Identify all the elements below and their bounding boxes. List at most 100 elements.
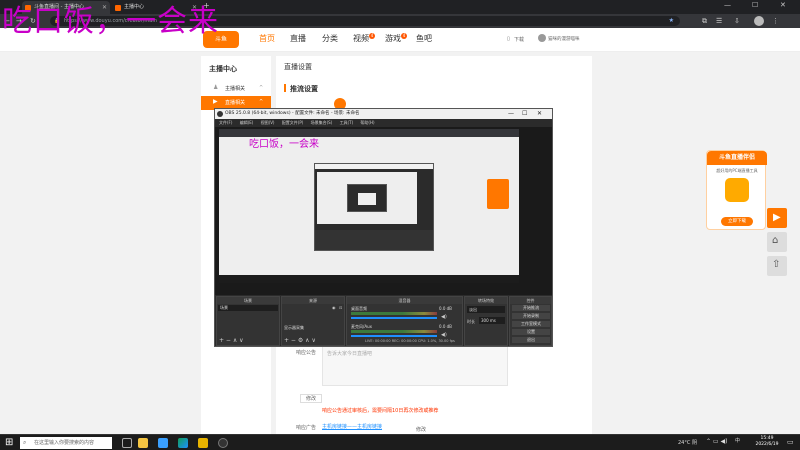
taskbar-clock[interactable]: 15:49 2022/6/19 — [752, 436, 782, 448]
home-float-icon[interactable]: ⌂ — [767, 232, 787, 252]
play-float-icon[interactable]: ▶ — [767, 208, 787, 228]
controls-dock: 控件 开始推流 开始录制 工作室模式 设置 退出 — [509, 296, 552, 346]
obs-preview[interactable]: 吃口饭，一会来 — [215, 127, 552, 295]
menu-help[interactable]: 帮助(H) — [360, 120, 374, 125]
obs-window: OBS 25.0.8 (64-bit, windows) - 配置文件: 未命名… — [214, 108, 553, 347]
user-name[interactable]: 猫咪的漫游喵咪 — [548, 36, 580, 42]
promo-card: 斗鱼直播伴侣 超好用的PC端直播工具 立即下载 — [706, 150, 767, 230]
input-method-icon[interactable]: 中 — [735, 437, 740, 444]
scene-controls[interactable]: + − ∧ ∨ — [219, 337, 244, 344]
sidebar-title: 主播中心 — [209, 65, 237, 73]
close-window-icon[interactable]: ✕ — [780, 1, 786, 9]
obs-titlebar: OBS 25.0.8 (64-bit, windows) - 配置文件: 未命名… — [215, 109, 552, 119]
video-badge: 4 — [369, 33, 375, 39]
close-icon[interactable]: ✕ — [537, 109, 542, 119]
room-link[interactable]: 主机房链接——主机房链接 — [322, 423, 382, 430]
minimize-icon[interactable]: — — [508, 109, 514, 119]
menu-profile[interactable]: 配置文件(P) — [282, 120, 304, 125]
clock-date: 2022/6/19 — [755, 442, 779, 447]
volume-slider[interactable] — [351, 317, 437, 319]
source-controls[interactable]: + − ⚙ ∧ ∨ — [284, 337, 316, 344]
nested-promo — [487, 179, 509, 209]
exit-button[interactable]: 退出 — [512, 337, 550, 343]
scenes-dock: 场景 场景 + − ∧ ∨ — [216, 296, 280, 346]
obs-logo-icon — [217, 111, 223, 117]
nested-taskbar — [219, 275, 519, 283]
maximize-icon[interactable]: ☐ — [752, 1, 758, 9]
file-explorer-icon[interactable] — [138, 438, 148, 448]
star-icon[interactable]: ★ — [669, 16, 674, 26]
mail-icon[interactable] — [158, 438, 168, 448]
phone-download-icon[interactable]: ▯ — [507, 36, 510, 42]
speaker-icon[interactable]: ◀) — [441, 332, 447, 338]
form-label-ad: 响应广告 — [296, 425, 317, 431]
nav-video[interactable]: 视频 4 — [353, 33, 375, 44]
nav-fishbar[interactable]: 鱼吧 — [416, 33, 432, 44]
menu-file[interactable]: 文件(F) — [219, 120, 232, 125]
studio-mode-button[interactable]: 工作室模式 — [512, 321, 550, 327]
task-view-icon[interactable] — [122, 438, 132, 448]
notification-icon[interactable]: ▭ — [787, 438, 794, 446]
maximize-icon[interactable]: ☐ — [522, 109, 527, 119]
preview-capture-level1: 吃口饭，一会来 — [219, 129, 519, 283]
downloads-icon[interactable]: ⇩ — [734, 16, 740, 26]
menu-view[interactable]: 视图(V) — [261, 120, 275, 125]
taskbar-search-input[interactable]: ⌕ 在这里输入你要搜索的内容 — [20, 437, 112, 449]
page-title: 直播设置 — [284, 63, 312, 71]
menu-scene-collection[interactable]: 场景集合(S) — [311, 120, 333, 125]
nested-watermark: 吃口饭，一会来 — [249, 139, 319, 150]
edge-browser-icon[interactable] — [178, 438, 188, 448]
lock-icon[interactable]: ⊡ — [339, 305, 342, 310]
nav-category[interactable]: 分类 — [322, 33, 338, 44]
edit-button[interactable]: 修改 — [300, 394, 322, 403]
edit-button-2[interactable]: 修改 — [416, 426, 426, 433]
weather-text[interactable]: 24°C 阴 — [678, 439, 697, 446]
section-marker — [284, 84, 286, 92]
network-icon[interactable]: ⌃ ▭ ◀) — [706, 438, 727, 445]
bookmarks-icon[interactable]: ☰ — [716, 16, 722, 26]
sidebar-item-anchor[interactable]: ♟ 主播相关 ^ — [201, 82, 271, 96]
transition-select[interactable]: 淡出 — [467, 306, 505, 313]
browser-window: 斗鱼直播间 - 主播中心 ✕ 主播中心 ✕ + — ☐ ✕ ← → ↻ 🔒 ht… — [0, 0, 800, 434]
volume-meter — [351, 330, 437, 333]
duration-input[interactable]: 300 ms — [479, 317, 505, 324]
top-float-icon[interactable]: ⇧ — [767, 256, 787, 276]
menu-icon[interactable]: ⋮ — [772, 16, 779, 26]
eye-icon[interactable]: ◉ — [332, 305, 336, 310]
windows-start-icon[interactable]: ⊞ — [5, 437, 13, 449]
nav-game[interactable]: 游戏 4 — [385, 33, 407, 44]
chevron-up-icon: ^ — [259, 85, 264, 91]
duration-label: 时长 — [467, 319, 475, 324]
announcement-textarea[interactable]: 告诉大家今日直播吧 — [322, 346, 508, 386]
obs-status-bar: LIVE: 00:00:00 REC: 00:00:00 CPU: 1.0%, … — [365, 339, 455, 343]
speaker-icon[interactable]: ◀) — [441, 314, 447, 320]
watermark-text: 吃口饭，一会来 — [2, 4, 219, 39]
source-item[interactable]: 显示器采集 — [284, 325, 304, 331]
download-link[interactable]: 下载 — [514, 36, 524, 43]
menu-tools[interactable]: 工具(T) — [340, 120, 354, 125]
mixer-channel-level: 0.0 dB — [439, 306, 452, 311]
scene-item[interactable]: 场景 — [218, 305, 278, 311]
start-recording-button[interactable]: 开始录制 — [512, 313, 550, 319]
chevron-up-icon: ^ — [259, 99, 264, 105]
minimize-icon[interactable]: — — [724, 1, 731, 9]
profile-avatar[interactable] — [754, 16, 764, 26]
nav-live[interactable]: 直播 — [290, 33, 306, 44]
promo-download-button[interactable]: 立即下载 — [721, 217, 753, 226]
mixer-channel-level: 0.0 dB — [439, 324, 452, 329]
anchor-icon: ♟ — [213, 84, 219, 91]
volume-slider[interactable] — [351, 335, 437, 337]
section-title: 推流设置 — [290, 85, 318, 93]
extensions-icon[interactable]: ⧉ — [702, 16, 707, 26]
transitions-dock: 转场特效 淡出 时长 300 ms — [464, 296, 508, 346]
start-streaming-button[interactable]: 开始推流 — [512, 305, 550, 311]
obs-menubar: 文件(F) 编辑(E) 视图(V) 配置文件(P) 场景集合(S) 工具(T) … — [215, 119, 552, 127]
user-avatar[interactable] — [538, 34, 546, 42]
obs-taskbar-icon[interactable] — [218, 438, 228, 448]
folder-icon[interactable] — [198, 438, 208, 448]
menu-edit[interactable]: 编辑(E) — [240, 120, 254, 125]
announcement-hint: 响应公告通过审核后，需要间隔10日再次修改或推荐 — [322, 408, 439, 414]
live-icon: ▶ — [213, 98, 218, 105]
nav-home[interactable]: 首页 — [259, 33, 275, 44]
settings-button[interactable]: 设置 — [512, 329, 550, 335]
